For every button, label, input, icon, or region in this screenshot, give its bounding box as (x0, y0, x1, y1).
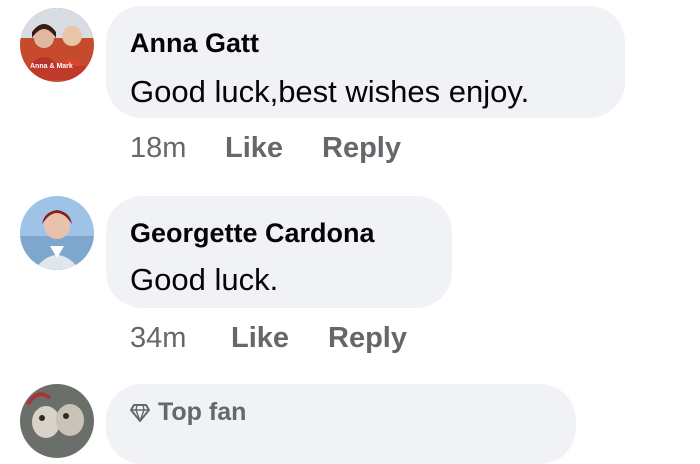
diamond-icon (130, 403, 150, 422)
reply-button[interactable]: Reply (328, 322, 407, 355)
top-fan-label: Top fan (158, 398, 247, 426)
comment-timestamp[interactable]: 34m (130, 322, 231, 355)
comment-author[interactable]: Anna Gatt (130, 28, 259, 59)
comment-item: Anna & Mark Anna Gatt Good luck,best wis… (0, 0, 700, 180)
comment-item: Top fan (0, 380, 700, 464)
comment-text: Good luck. (130, 262, 279, 297)
comment-bubble[interactable]: Georgette Cardona Good luck. (106, 196, 452, 308)
like-button[interactable]: Like (231, 322, 328, 355)
top-fan-badge: Top fan (130, 398, 246, 427)
comment-bubble[interactable]: Anna Gatt Good luck,best wishes enjoy. (106, 6, 625, 118)
avatar-photo-icon (20, 384, 94, 458)
avatar[interactable] (20, 384, 94, 458)
comment-item: Georgette Cardona Good luck. 34m Like Re… (0, 190, 700, 370)
avatar-photo-icon (20, 196, 94, 270)
comment-text: Good luck,best wishes enjoy. (130, 74, 530, 109)
comment-bubble[interactable]: Top fan (106, 384, 576, 464)
comment-author[interactable]: Georgette Cardona (130, 218, 375, 249)
like-button[interactable]: Like (225, 132, 322, 165)
avatar[interactable] (20, 196, 94, 270)
avatar-caption: Anna & Mark (30, 63, 73, 70)
comment-actions: 34m Like Reply (130, 318, 407, 358)
comment-actions: 18m Like Reply (130, 128, 401, 168)
comment-timestamp[interactable]: 18m (130, 132, 225, 165)
reply-button[interactable]: Reply (322, 132, 401, 165)
avatar[interactable]: Anna & Mark (20, 8, 94, 82)
avatar-photo-icon (20, 8, 94, 82)
